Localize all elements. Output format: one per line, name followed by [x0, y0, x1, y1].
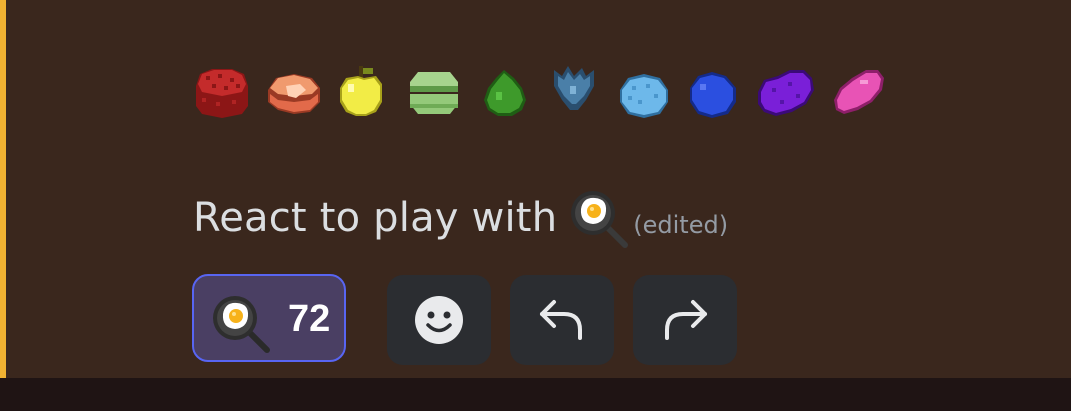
add-reaction-button[interactable]: [387, 275, 491, 365]
green-macaron-icon: [410, 72, 458, 114]
message-content: React to play with (edited): [193, 186, 728, 250]
message-container: React to play with (edited) 72: [0, 0, 1071, 378]
light-blue-egg-icon: [620, 74, 668, 118]
reply-arrow-icon: [540, 300, 582, 340]
reaction-pill[interactable]: 72: [192, 274, 346, 362]
smiley-face-icon: [415, 296, 463, 344]
ham-slice-icon: [268, 74, 320, 114]
green-leaf-icon: [484, 70, 526, 116]
chat-bottom-strip: [0, 378, 1071, 411]
pixel-sprite-row: [190, 62, 890, 122]
message-highlight-bar: [0, 0, 6, 378]
forward-arrow-icon: [665, 300, 707, 340]
yellow-apple-icon: [340, 66, 382, 116]
frying-pan-egg-icon: [571, 191, 629, 248]
frying-pan-egg-icon: [213, 296, 270, 353]
forward-button[interactable]: [633, 275, 737, 365]
purple-potato-icon: [758, 70, 814, 116]
reply-button[interactable]: [510, 275, 614, 365]
blue-crystal-icon: [554, 66, 594, 110]
reaction-count: 72: [288, 298, 331, 340]
red-sponge-icon: [196, 69, 248, 118]
blue-berry-icon: [690, 72, 736, 118]
pink-bean-icon: [834, 70, 884, 114]
message-text: React to play with: [193, 195, 558, 241]
edited-label: (edited): [633, 211, 729, 239]
